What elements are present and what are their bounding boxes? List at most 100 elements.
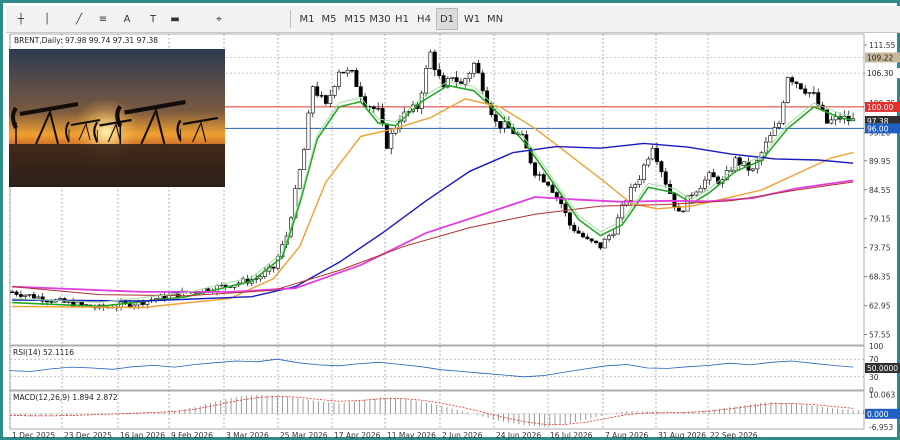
fibonacci-icon[interactable]: ≡	[94, 8, 112, 30]
candle-body[interactable]	[49, 301, 54, 303]
candle-body[interactable]	[803, 88, 808, 94]
candle-body[interactable]	[807, 92, 812, 94]
candle-body[interactable]	[650, 148, 655, 160]
candle-body[interactable]	[493, 114, 498, 122]
candle-body[interactable]	[798, 83, 803, 90]
timeframe-w1-button[interactable]: W1	[461, 8, 483, 30]
candle-body[interactable]	[358, 86, 363, 97]
candle-body[interactable]	[14, 291, 19, 295]
candle-body[interactable]	[541, 174, 546, 183]
candle-body[interactable]	[323, 95, 328, 104]
candle-body[interactable]	[58, 298, 63, 301]
candle-body[interactable]	[297, 169, 302, 189]
candle-body[interactable]	[380, 108, 385, 125]
candle-body[interactable]	[633, 184, 638, 188]
price-chart[interactable]: 1 Dec 2025 23 Dec 2025 16 Jan 2026 9 Feb 20…	[6, 32, 900, 440]
candle-body[interactable]	[781, 102, 786, 124]
candle-body[interactable]	[450, 77, 455, 79]
candle-body[interactable]	[698, 187, 703, 193]
candle-body[interactable]	[642, 164, 646, 180]
candle-body[interactable]	[563, 203, 568, 214]
candle-body[interactable]	[258, 276, 263, 280]
candle-body[interactable]	[546, 181, 551, 186]
candle-body[interactable]	[376, 108, 381, 110]
candle-body[interactable]	[711, 172, 716, 178]
candle-body[interactable]	[589, 238, 594, 242]
candle-body[interactable]	[637, 179, 642, 185]
candle-body[interactable]	[537, 174, 542, 176]
candle-body[interactable]	[785, 77, 790, 103]
candle-body[interactable]	[23, 294, 28, 297]
candle-body[interactable]	[611, 233, 616, 236]
candle-body[interactable]	[310, 86, 315, 114]
candle-body[interactable]	[319, 95, 324, 97]
timeframe-d1-button[interactable]: D1	[436, 8, 458, 30]
candle-body[interactable]	[772, 127, 777, 136]
candle-body[interactable]	[681, 210, 686, 213]
candle-body[interactable]	[550, 184, 555, 193]
candle-body[interactable]	[36, 296, 41, 299]
candle-body[interactable]	[350, 70, 354, 72]
candle-body[interactable]	[768, 135, 773, 143]
candle-body[interactable]	[315, 86, 320, 96]
text-label-icon[interactable]: T	[144, 8, 162, 30]
candle-body[interactable]	[777, 123, 781, 128]
crosshair-icon[interactable]: ┼	[12, 8, 30, 30]
candle-body[interactable]	[302, 149, 307, 170]
candle-body[interactable]	[829, 119, 834, 124]
candle-body[interactable]	[328, 94, 333, 104]
candle-body[interactable]	[79, 301, 84, 305]
rectangle-icon[interactable]: ▬	[166, 8, 184, 30]
shapes-menu-icon[interactable]: ⌖	[210, 8, 228, 30]
candle-body[interactable]	[598, 242, 603, 249]
candle-body[interactable]	[472, 62, 476, 74]
candle-body[interactable]	[811, 92, 816, 94]
candle-body[interactable]	[572, 224, 577, 232]
candle-body[interactable]	[737, 157, 742, 166]
candle-body[interactable]	[794, 81, 799, 84]
candle-body[interactable]	[620, 204, 625, 219]
candle-body[interactable]	[27, 294, 32, 296]
candle-body[interactable]	[389, 133, 394, 149]
candle-body[interactable]	[816, 92, 821, 106]
candle-body[interactable]	[341, 71, 346, 74]
candle-body[interactable]	[306, 112, 311, 150]
candle-body[interactable]	[498, 121, 503, 129]
candle-body[interactable]	[332, 86, 337, 96]
timeframe-m1-button[interactable]: M1	[296, 8, 318, 30]
candle-body[interactable]	[480, 72, 485, 92]
candle-body[interactable]	[476, 62, 481, 74]
candle-body[interactable]	[689, 194, 694, 197]
candle-body[interactable]	[581, 232, 585, 238]
candle-body[interactable]	[18, 294, 23, 297]
candle-body[interactable]	[707, 172, 712, 181]
candle-body[interactable]	[585, 236, 590, 240]
timeframe-m15-button[interactable]: M15	[341, 8, 369, 30]
candle-body[interactable]	[576, 230, 581, 234]
candle-body[interactable]	[628, 187, 633, 201]
candle-body[interactable]	[337, 71, 341, 87]
candle-body[interactable]	[432, 51, 437, 71]
candle-body[interactable]	[223, 284, 228, 287]
candle-body[interactable]	[437, 69, 442, 76]
candle-body[interactable]	[694, 191, 699, 196]
timeframe-mn-button[interactable]: MN	[484, 8, 506, 30]
candle-body[interactable]	[354, 70, 359, 87]
candle-body[interactable]	[463, 78, 468, 85]
candle-body[interactable]	[10, 291, 15, 294]
candle-body[interactable]	[663, 171, 668, 185]
candle-body[interactable]	[790, 77, 795, 83]
timeframe-h1-button[interactable]: H1	[391, 8, 413, 30]
candle-body[interactable]	[371, 106, 376, 110]
candle-body[interactable]	[533, 162, 537, 176]
trendline-icon[interactable]: ╱	[70, 8, 88, 30]
candle-body[interactable]	[659, 161, 664, 173]
candle-body[interactable]	[384, 123, 389, 149]
candle-body[interactable]	[602, 238, 607, 249]
line-icon[interactable]: │	[38, 8, 56, 30]
candle-body[interactable]	[66, 301, 71, 303]
candle-body[interactable]	[607, 235, 612, 240]
candle-body[interactable]	[750, 168, 755, 171]
candle-body[interactable]	[594, 240, 598, 243]
candle-body[interactable]	[554, 192, 559, 198]
